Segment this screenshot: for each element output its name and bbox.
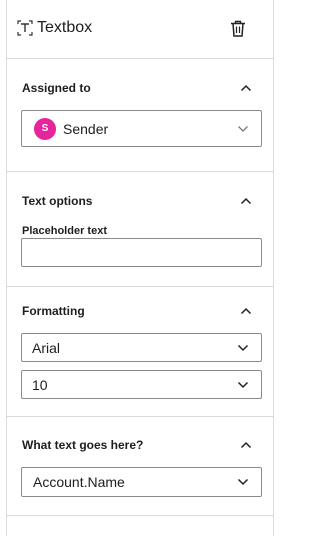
panel-border-left — [6, 0, 7, 536]
textbox-icon — [17, 20, 33, 36]
data-field-value: Account.Name — [33, 474, 125, 490]
panel-border-right — [273, 0, 274, 536]
collapse-assigned-icon[interactable] — [240, 84, 252, 92]
collapse-text-options-icon[interactable] — [240, 197, 252, 205]
divider — [7, 515, 273, 516]
chevron-down-icon — [237, 478, 249, 486]
divider — [7, 58, 273, 59]
divider — [7, 416, 273, 417]
trash-icon[interactable] — [230, 20, 246, 37]
panel-title: Textbox — [37, 19, 93, 36]
data-field-select[interactable]: Account.Name — [21, 467, 262, 497]
divider — [7, 171, 273, 172]
formatting-heading: Formatting — [22, 304, 85, 318]
divider — [7, 286, 273, 287]
font-select[interactable]: Arial — [21, 333, 262, 362]
font-size-select[interactable]: 10 — [21, 370, 262, 399]
assigned-to-select[interactable]: S Sender — [21, 110, 262, 147]
assigned-to-value: Sender — [63, 120, 109, 137]
font-size-value: 10 — [32, 376, 48, 393]
collapse-formatting-icon[interactable] — [240, 307, 252, 315]
chevron-down-icon — [237, 344, 249, 351]
assigned-to-heading: Assigned to — [22, 81, 91, 95]
collapse-what-text-icon[interactable] — [240, 441, 252, 449]
sender-avatar: S — [34, 117, 56, 140]
chevron-down-icon — [237, 381, 249, 388]
what-text-heading: What text goes here? — [22, 438, 144, 452]
placeholder-text-input[interactable] — [21, 238, 262, 267]
chevron-down-icon — [238, 125, 248, 132]
text-options-heading: Text options — [22, 194, 93, 208]
placeholder-text-label: Placeholder text — [22, 225, 107, 237]
font-value: Arial — [32, 339, 61, 356]
